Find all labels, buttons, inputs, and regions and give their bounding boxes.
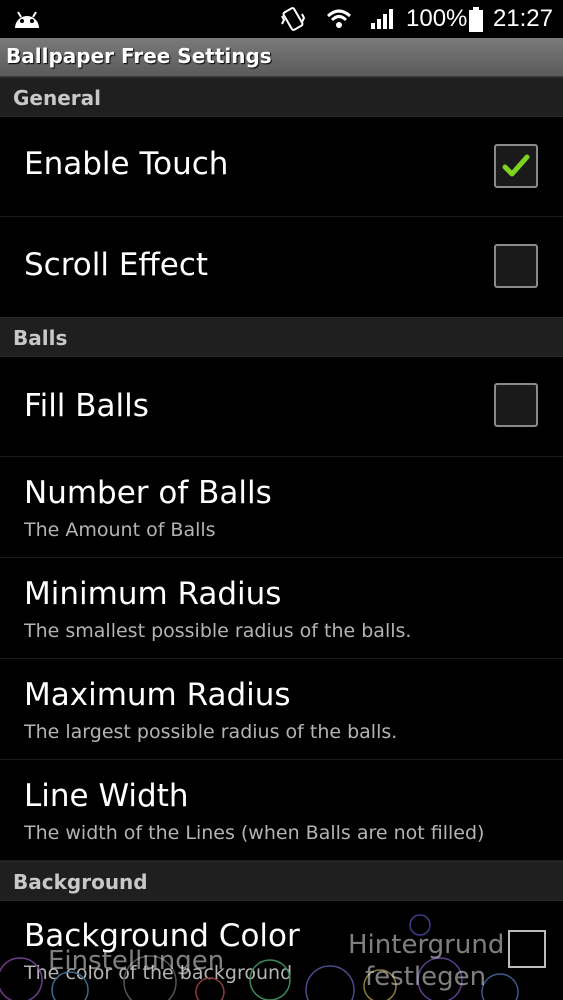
page-title: Ballpaper Free Settings (6, 44, 272, 68)
vibrate-icon (280, 6, 306, 38)
pref-summary: The Amount of Balls (24, 519, 216, 541)
pref-number-of-balls[interactable]: Number of Balls The Amount of Balls (0, 457, 563, 558)
pref-title: Scroll Effect (24, 247, 209, 283)
signal-icon (370, 8, 396, 34)
checkmark-icon (502, 154, 530, 177)
pref-fill-balls[interactable]: Fill Balls (0, 356, 563, 457)
pref-title: Maximum Radius (24, 677, 291, 713)
pref-maximum-radius[interactable]: Maximum Radius The largest possible radi… (0, 659, 563, 760)
title-bar: Ballpaper Free Settings (0, 38, 563, 77)
pref-title: Fill Balls (24, 388, 149, 424)
pref-minimum-radius[interactable]: Minimum Radius The smallest possible rad… (0, 558, 563, 659)
pref-title: Enable Touch (24, 146, 229, 182)
status-bar: 100% 21:27 (0, 0, 563, 38)
enable-touch-checkbox[interactable] (494, 144, 538, 188)
battery-icon (468, 7, 484, 37)
section-label: Background (13, 870, 148, 894)
section-header-general: General (0, 77, 563, 117)
pref-summary: The smallest possible radius of the ball… (24, 620, 412, 642)
pref-summary: The width of the Lines (when Balls are n… (24, 822, 485, 844)
pref-title: Line Width (24, 778, 189, 814)
set-background-label-line2[interactable]: festlegen (365, 962, 486, 992)
wifi-icon (326, 8, 352, 34)
set-background-checkbox[interactable] (508, 930, 546, 968)
section-header-balls: Balls (0, 317, 563, 357)
fill-balls-checkbox[interactable] (494, 383, 538, 427)
section-header-background: Background (0, 861, 563, 901)
pref-enable-touch[interactable]: Enable Touch (0, 116, 563, 217)
section-label: General (13, 86, 101, 110)
wallpaper-preview-overlay: Einstellungen Hintergrund festlegen (0, 910, 563, 1000)
pref-title: Number of Balls (24, 475, 272, 511)
android-icon (12, 8, 42, 30)
section-label: Balls (13, 326, 68, 350)
pref-scroll-effect[interactable]: Scroll Effect (0, 217, 563, 318)
clock: 21:27 (492, 5, 553, 32)
pref-title: Minimum Radius (24, 576, 282, 612)
scroll-effect-checkbox[interactable] (494, 244, 538, 288)
pref-summary: The largest possible radius of the balls… (24, 721, 398, 743)
pref-line-width[interactable]: Line Width The width of the Lines (when … (0, 760, 563, 861)
settings-label[interactable]: Einstellungen (48, 946, 224, 976)
set-background-label-line1[interactable]: Hintergrund (348, 930, 504, 960)
battery-percent: 100% (406, 5, 468, 32)
